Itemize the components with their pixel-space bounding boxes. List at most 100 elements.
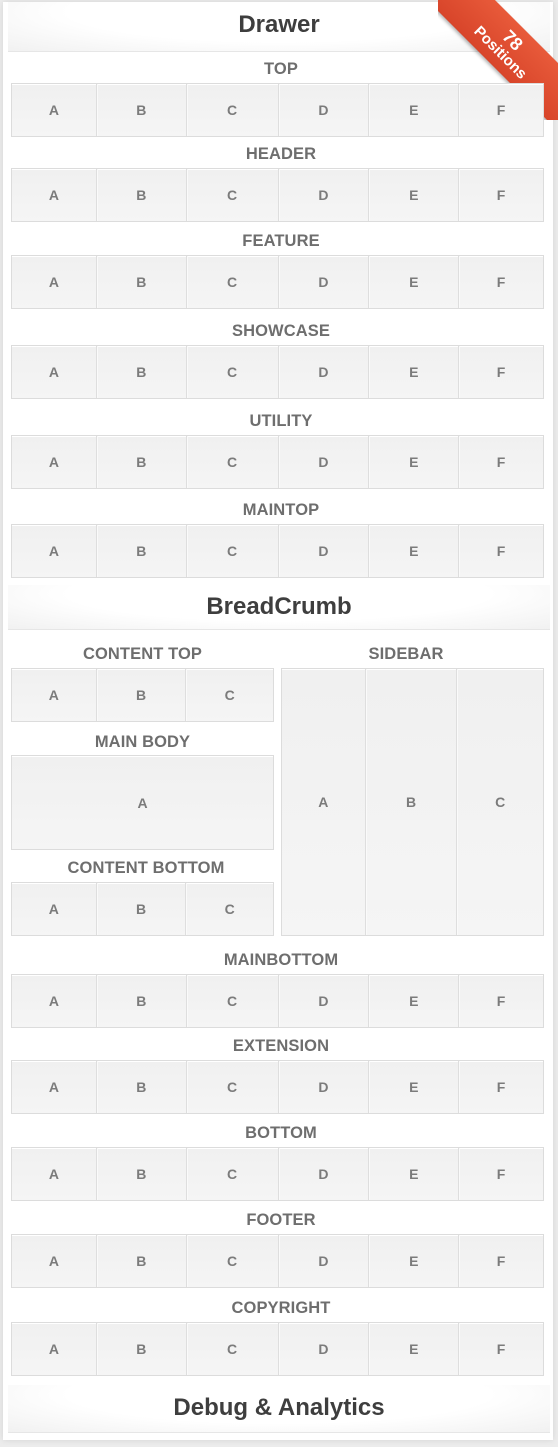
position-label-extension: EXTENSION	[232, 1037, 330, 1055]
position-label-feature: FEATURE	[242, 232, 320, 250]
top-cell-b: B	[97, 84, 187, 136]
extension-cell-e: E	[369, 1061, 460, 1113]
position-row-feature: ABCDE F	[11, 255, 544, 309]
position-row-copyright: ABCDE F	[11, 1322, 544, 1376]
mainbottom-cell-a: A	[12, 975, 97, 1027]
position-row-main-body: A	[11, 755, 274, 850]
maintop-cell-d: D	[279, 525, 370, 577]
position-label-footer: FOOTER	[246, 1211, 316, 1229]
sidebar-cell-c: C	[495, 794, 506, 810]
copyright-cell-e: E	[369, 1323, 460, 1375]
showcase-cell-a: A	[12, 346, 97, 398]
utility-cell-a: A	[12, 436, 97, 488]
sidebar-cell-a: A	[282, 669, 366, 935]
feature-cell-f: F	[496, 274, 506, 290]
extension-cell-a: A	[12, 1061, 97, 1113]
feature-cell-b: B	[97, 256, 187, 308]
footer-cell-f: F	[496, 1253, 506, 1269]
feature-cell-e: E	[369, 256, 460, 308]
header-cell-e: E	[369, 169, 460, 221]
position-row-utility: ABCDE F	[11, 435, 544, 489]
bottom-cell-e: E	[369, 1148, 460, 1200]
extension-cell-c: C	[187, 1061, 279, 1113]
header-cell-d: D	[279, 169, 370, 221]
extension-cell-b: B	[97, 1061, 187, 1113]
mainbottom-cell-e: E	[369, 975, 460, 1027]
position-row-top: ABCDE F	[11, 83, 544, 137]
header-cell-b: B	[97, 169, 187, 221]
position-label-mainbottom: MAINBOTTOM	[223, 951, 339, 969]
bottom-cell-d: D	[279, 1148, 370, 1200]
extension-cell-d: D	[279, 1061, 370, 1113]
sidebar-cell-b: B	[366, 669, 458, 935]
maintop-cell-c: C	[187, 525, 279, 577]
bottom-cell-b: B	[97, 1148, 187, 1200]
maintop-cell-b: B	[97, 525, 187, 577]
utility-cell-d: D	[279, 436, 370, 488]
top-cell-d: D	[279, 84, 370, 136]
mainbottom-cell-f: F	[496, 993, 506, 1009]
bottom-cell-f: F	[496, 1166, 506, 1182]
position-label-content-top: CONTENT TOP	[82, 645, 203, 663]
utility-cell-f: F	[496, 454, 506, 470]
maintop-cell-f: F	[496, 543, 506, 559]
position-row-mainbottom: ABCDE F	[11, 974, 544, 1028]
feature-cell-c: C	[187, 256, 279, 308]
top-cell-c: C	[187, 84, 279, 136]
section-title-breadcrumb: BreadCrumb	[206, 593, 352, 620]
top-cell-f: F	[496, 102, 506, 118]
position-label-top: TOP	[264, 60, 298, 78]
top-cell-e: E	[369, 84, 460, 136]
position-label-main-body: MAIN BODY	[94, 733, 191, 751]
position-row-showcase: ABCDE F	[11, 345, 544, 399]
bottom-cell-c: C	[187, 1148, 279, 1200]
position-row-bottom: ABCDE F	[11, 1147, 544, 1201]
footer-cell-a: A	[12, 1235, 97, 1287]
maintop-cell-a: A	[12, 525, 97, 577]
main-body-cell-a: A	[137, 794, 148, 811]
position-row-maintop: ABCDE F	[11, 524, 544, 578]
mainbottom-cell-b: B	[97, 975, 187, 1027]
position-row-footer: ABCDE F	[11, 1234, 544, 1288]
utility-cell-b: B	[97, 436, 187, 488]
content-top-cell-a: A	[12, 669, 97, 721]
footer-cell-b: B	[97, 1235, 187, 1287]
showcase-cell-d: D	[279, 346, 370, 398]
showcase-cell-e: E	[369, 346, 460, 398]
content-top-cell-b: B	[97, 669, 187, 721]
footer-cell-e: E	[369, 1235, 460, 1287]
extension-cell-f: F	[496, 1079, 506, 1095]
mainbottom-cell-d: D	[279, 975, 370, 1027]
position-label-maintop: MAINTOP	[242, 501, 320, 519]
section-breadcrumb: BreadCrumb	[8, 585, 550, 630]
showcase-cell-b: B	[97, 346, 187, 398]
feature-cell-a: A	[12, 256, 97, 308]
utility-cell-e: E	[369, 436, 460, 488]
mainbottom-cell-c: C	[187, 975, 279, 1027]
maintop-cell-e: E	[369, 525, 460, 577]
utility-cell-c: C	[187, 436, 279, 488]
feature-cell-d: D	[279, 256, 370, 308]
header-cell-f: F	[496, 187, 506, 203]
showcase-cell-f: F	[496, 364, 506, 380]
top-cell-a: A	[12, 84, 97, 136]
position-label-content-bottom: CONTENT BOTTOM	[67, 859, 225, 877]
content-bottom-cell-b: B	[97, 883, 187, 935]
position-label-utility: UTILITY	[249, 412, 313, 430]
section-debug-analytics: Debug & Analytics	[8, 1385, 550, 1433]
section-title-debug-analytics: Debug & Analytics	[173, 1394, 385, 1421]
copyright-cell-c: C	[187, 1323, 279, 1375]
position-label-bottom: BOTTOM	[245, 1124, 317, 1142]
copyright-cell-b: B	[97, 1323, 187, 1375]
position-row-header: ABCDE F	[11, 168, 544, 222]
header-cell-c: C	[187, 169, 279, 221]
footer-cell-c: C	[187, 1235, 279, 1287]
position-row-content-bottom: AB C	[11, 882, 274, 936]
position-label-copyright: COPYRIGHT	[231, 1299, 331, 1317]
content-bottom-cell-a: A	[12, 883, 97, 935]
position-row-content-top: AB C	[11, 668, 274, 722]
content-top-cell-c: C	[224, 687, 235, 703]
position-label-header: HEADER	[245, 145, 317, 163]
showcase-cell-c: C	[187, 346, 279, 398]
footer-cell-d: D	[279, 1235, 370, 1287]
